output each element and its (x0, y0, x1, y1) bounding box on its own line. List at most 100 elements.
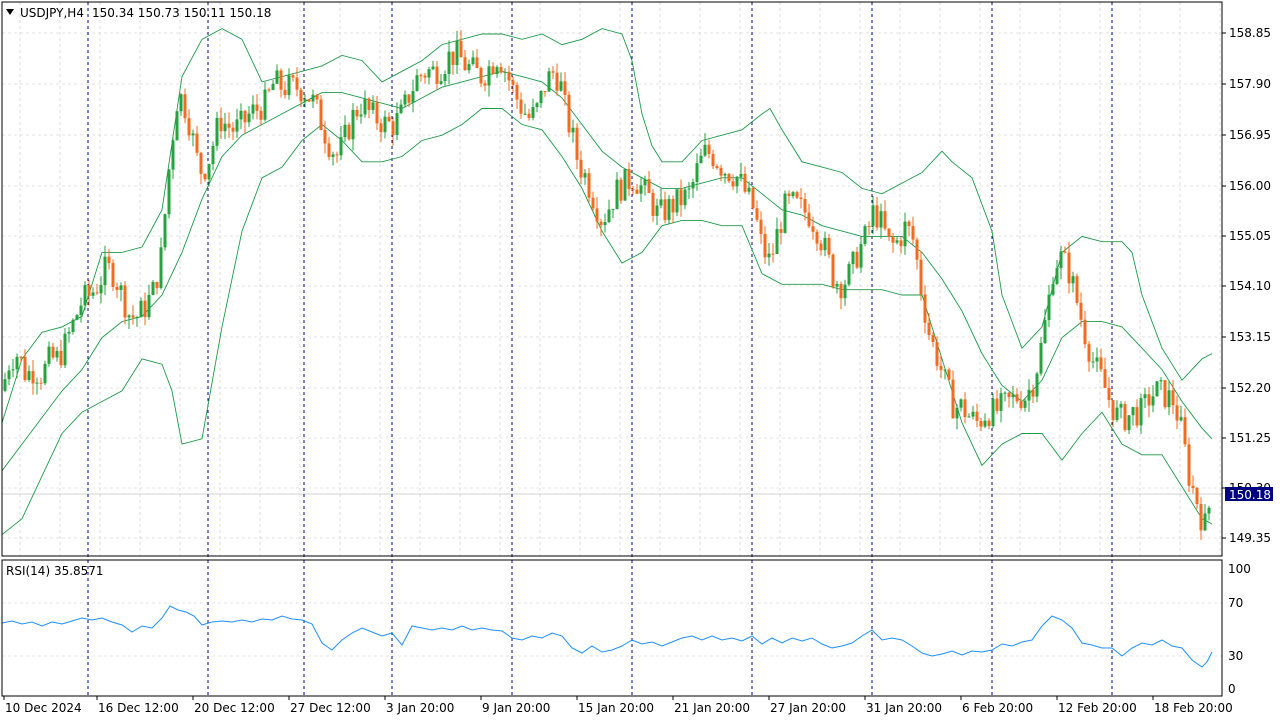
candle-body[interactable] (363, 98, 367, 115)
candle-body[interactable] (475, 57, 479, 68)
candle-body[interactable] (1103, 369, 1107, 388)
candle-body[interactable] (1203, 513, 1207, 531)
candle-body[interactable] (515, 84, 519, 100)
candle-body[interactable] (243, 110, 247, 123)
candle-body[interactable] (1091, 361, 1095, 363)
candle-body[interactable] (723, 173, 727, 176)
candle-body[interactable] (407, 94, 411, 103)
candle-body[interactable] (783, 193, 787, 233)
candle-body[interactable] (115, 286, 119, 291)
candle-body[interactable] (663, 199, 667, 220)
candle-body[interactable] (1051, 283, 1055, 295)
candle-body[interactable] (807, 212, 811, 227)
candle-body[interactable] (851, 251, 855, 265)
candle-body[interactable] (1107, 387, 1111, 401)
candle-body[interactable] (119, 285, 123, 291)
candle-body[interactable] (195, 133, 199, 153)
candle-body[interactable] (679, 189, 683, 206)
candle-body[interactable] (779, 229, 783, 233)
candle-body[interactable] (247, 113, 251, 123)
candle-body[interactable] (1059, 251, 1063, 269)
candle-body[interactable] (215, 117, 219, 146)
candle-body[interactable] (343, 124, 347, 138)
candle-body[interactable] (519, 99, 523, 114)
candle-body[interactable] (223, 123, 227, 132)
candle-body[interactable] (571, 127, 575, 133)
candle-body[interactable] (627, 169, 631, 190)
candle-body[interactable] (399, 104, 403, 114)
candle-body[interactable] (339, 137, 343, 156)
candle-body[interactable] (855, 251, 859, 268)
candle-body[interactable] (479, 67, 483, 84)
candle-body[interactable] (403, 94, 407, 105)
candle-body[interactable] (639, 185, 643, 194)
candle-body[interactable] (191, 133, 195, 136)
candle-body[interactable] (7, 370, 11, 380)
candle-body[interactable] (919, 259, 923, 295)
candle-body[interactable] (131, 315, 135, 318)
candle-body[interactable] (211, 145, 215, 164)
candle-body[interactable] (687, 188, 691, 190)
candle-body[interactable] (1043, 320, 1047, 344)
candle-body[interactable] (899, 240, 903, 247)
candle-body[interactable] (867, 226, 871, 228)
candle-body[interactable] (439, 81, 443, 84)
candle-body[interactable] (971, 411, 975, 417)
candle-body[interactable] (331, 154, 335, 157)
candle-body[interactable] (1159, 380, 1163, 382)
candle-body[interactable] (907, 221, 911, 227)
price-axis[interactable]: 158.85 157.90 156.95 156.00 155.05 154.10 153.… (1222, 26, 1271, 545)
candle-body[interactable] (871, 205, 875, 227)
candle-body[interactable] (775, 229, 779, 255)
candle-body[interactable] (1207, 507, 1211, 514)
candle-body[interactable] (755, 208, 759, 220)
candle-body[interactable] (623, 169, 627, 201)
candle-body[interactable] (1135, 407, 1139, 426)
candle-body[interactable] (127, 315, 131, 318)
candle-body[interactable] (1123, 403, 1127, 431)
candle-body[interactable] (75, 315, 79, 320)
candle-body[interactable] (1055, 268, 1059, 284)
candle-body[interactable] (879, 211, 883, 228)
candle-body[interactable] (967, 416, 971, 418)
candle-body[interactable] (271, 83, 275, 91)
candle-body[interactable] (995, 398, 999, 411)
candle-body[interactable] (595, 208, 599, 222)
candle-body[interactable] (1027, 389, 1031, 401)
candle-body[interactable] (483, 83, 487, 86)
candle-body[interactable] (231, 127, 235, 132)
candle-body[interactable] (1155, 381, 1159, 397)
candle-body[interactable] (583, 173, 587, 178)
candle-body[interactable] (955, 407, 959, 419)
candle-body[interactable] (239, 110, 243, 120)
candle-body[interactable] (575, 127, 579, 160)
candle-body[interactable] (911, 226, 915, 240)
candle-body[interactable] (311, 94, 315, 102)
candle-body[interactable] (219, 117, 223, 132)
candle-body[interactable] (587, 173, 591, 198)
candle-body[interactable] (59, 350, 63, 366)
candle-body[interactable] (499, 67, 503, 73)
candle-body[interactable] (267, 89, 271, 91)
candle-body[interactable] (999, 393, 1003, 411)
candle-body[interactable] (1139, 398, 1143, 426)
candle-body[interactable] (1195, 487, 1199, 505)
candle-body[interactable] (415, 75, 419, 92)
candle-body[interactable] (71, 319, 75, 332)
candle-body[interactable] (819, 243, 823, 251)
candle-body[interactable] (263, 89, 267, 120)
candle-body[interactable] (383, 116, 387, 133)
candle-body[interactable] (371, 102, 375, 111)
candle-body[interactable] (287, 75, 291, 96)
candle-body[interactable] (1147, 394, 1151, 406)
candle-body[interactable] (507, 71, 511, 81)
candle-body[interactable] (739, 173, 743, 177)
candle-body[interactable] (367, 98, 371, 111)
candle-body[interactable] (567, 94, 571, 133)
candle-body[interactable] (1003, 392, 1007, 394)
candle-body[interactable] (551, 71, 555, 73)
candle-body[interactable] (1179, 417, 1183, 421)
candle-body[interactable] (1071, 276, 1075, 284)
candle-body[interactable] (599, 221, 603, 226)
candle-body[interactable] (731, 181, 735, 187)
